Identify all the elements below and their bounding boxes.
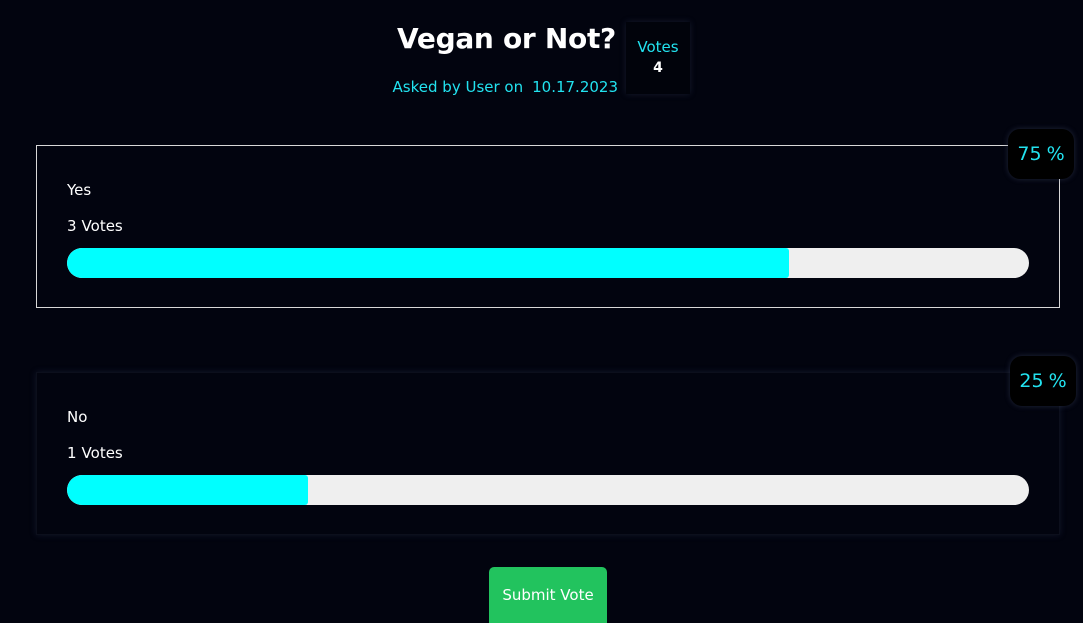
option-progress-fill [67,248,789,278]
poll-page: Vegan or Not? Asked by User on 10.17.2023… [0,0,1083,623]
total-votes-count: 4 [653,60,663,76]
option-votes-number: 1 [67,444,77,462]
votes-label: Votes [637,38,679,56]
option-percent-unit: % [1046,143,1065,165]
option-vote-count: 1 Votes [67,444,123,462]
option-votes-number: 3 [67,217,77,235]
option-progress-track [67,248,1029,278]
poll-title: Vegan or Not? [397,22,616,55]
option-vote-count: 3 Votes [67,217,123,235]
option-percent-unit: % [1048,370,1067,392]
option-label: No [67,408,88,426]
poll-header: Vegan or Not? Asked by User on 10.17.2023… [0,0,1083,110]
option-votes-suffix: Votes [81,444,123,462]
poll-option-yes[interactable]: Yes 3 Votes [36,145,1060,308]
option-percent-value: 75 [1017,143,1042,165]
option-votes-suffix: Votes [81,217,123,235]
submit-vote-button[interactable]: Submit Vote [489,567,607,623]
option-label: Yes [67,181,92,199]
poll-option-no[interactable]: No 1 Votes [36,372,1060,535]
option-progress-track [67,475,1029,505]
total-votes-box: Votes 4 [626,22,690,94]
asked-by-line: Asked by User on 10.17.2023 [380,78,618,96]
asked-by-label: Asked by User on [392,78,524,96]
poll-date: 10.17.2023 [532,78,618,96]
option-percent-badge-no: 25% [1010,356,1076,406]
option-percent-badge-yes: 75% [1008,129,1074,179]
option-progress-fill [67,475,308,505]
option-percent-value: 25 [1019,370,1044,392]
